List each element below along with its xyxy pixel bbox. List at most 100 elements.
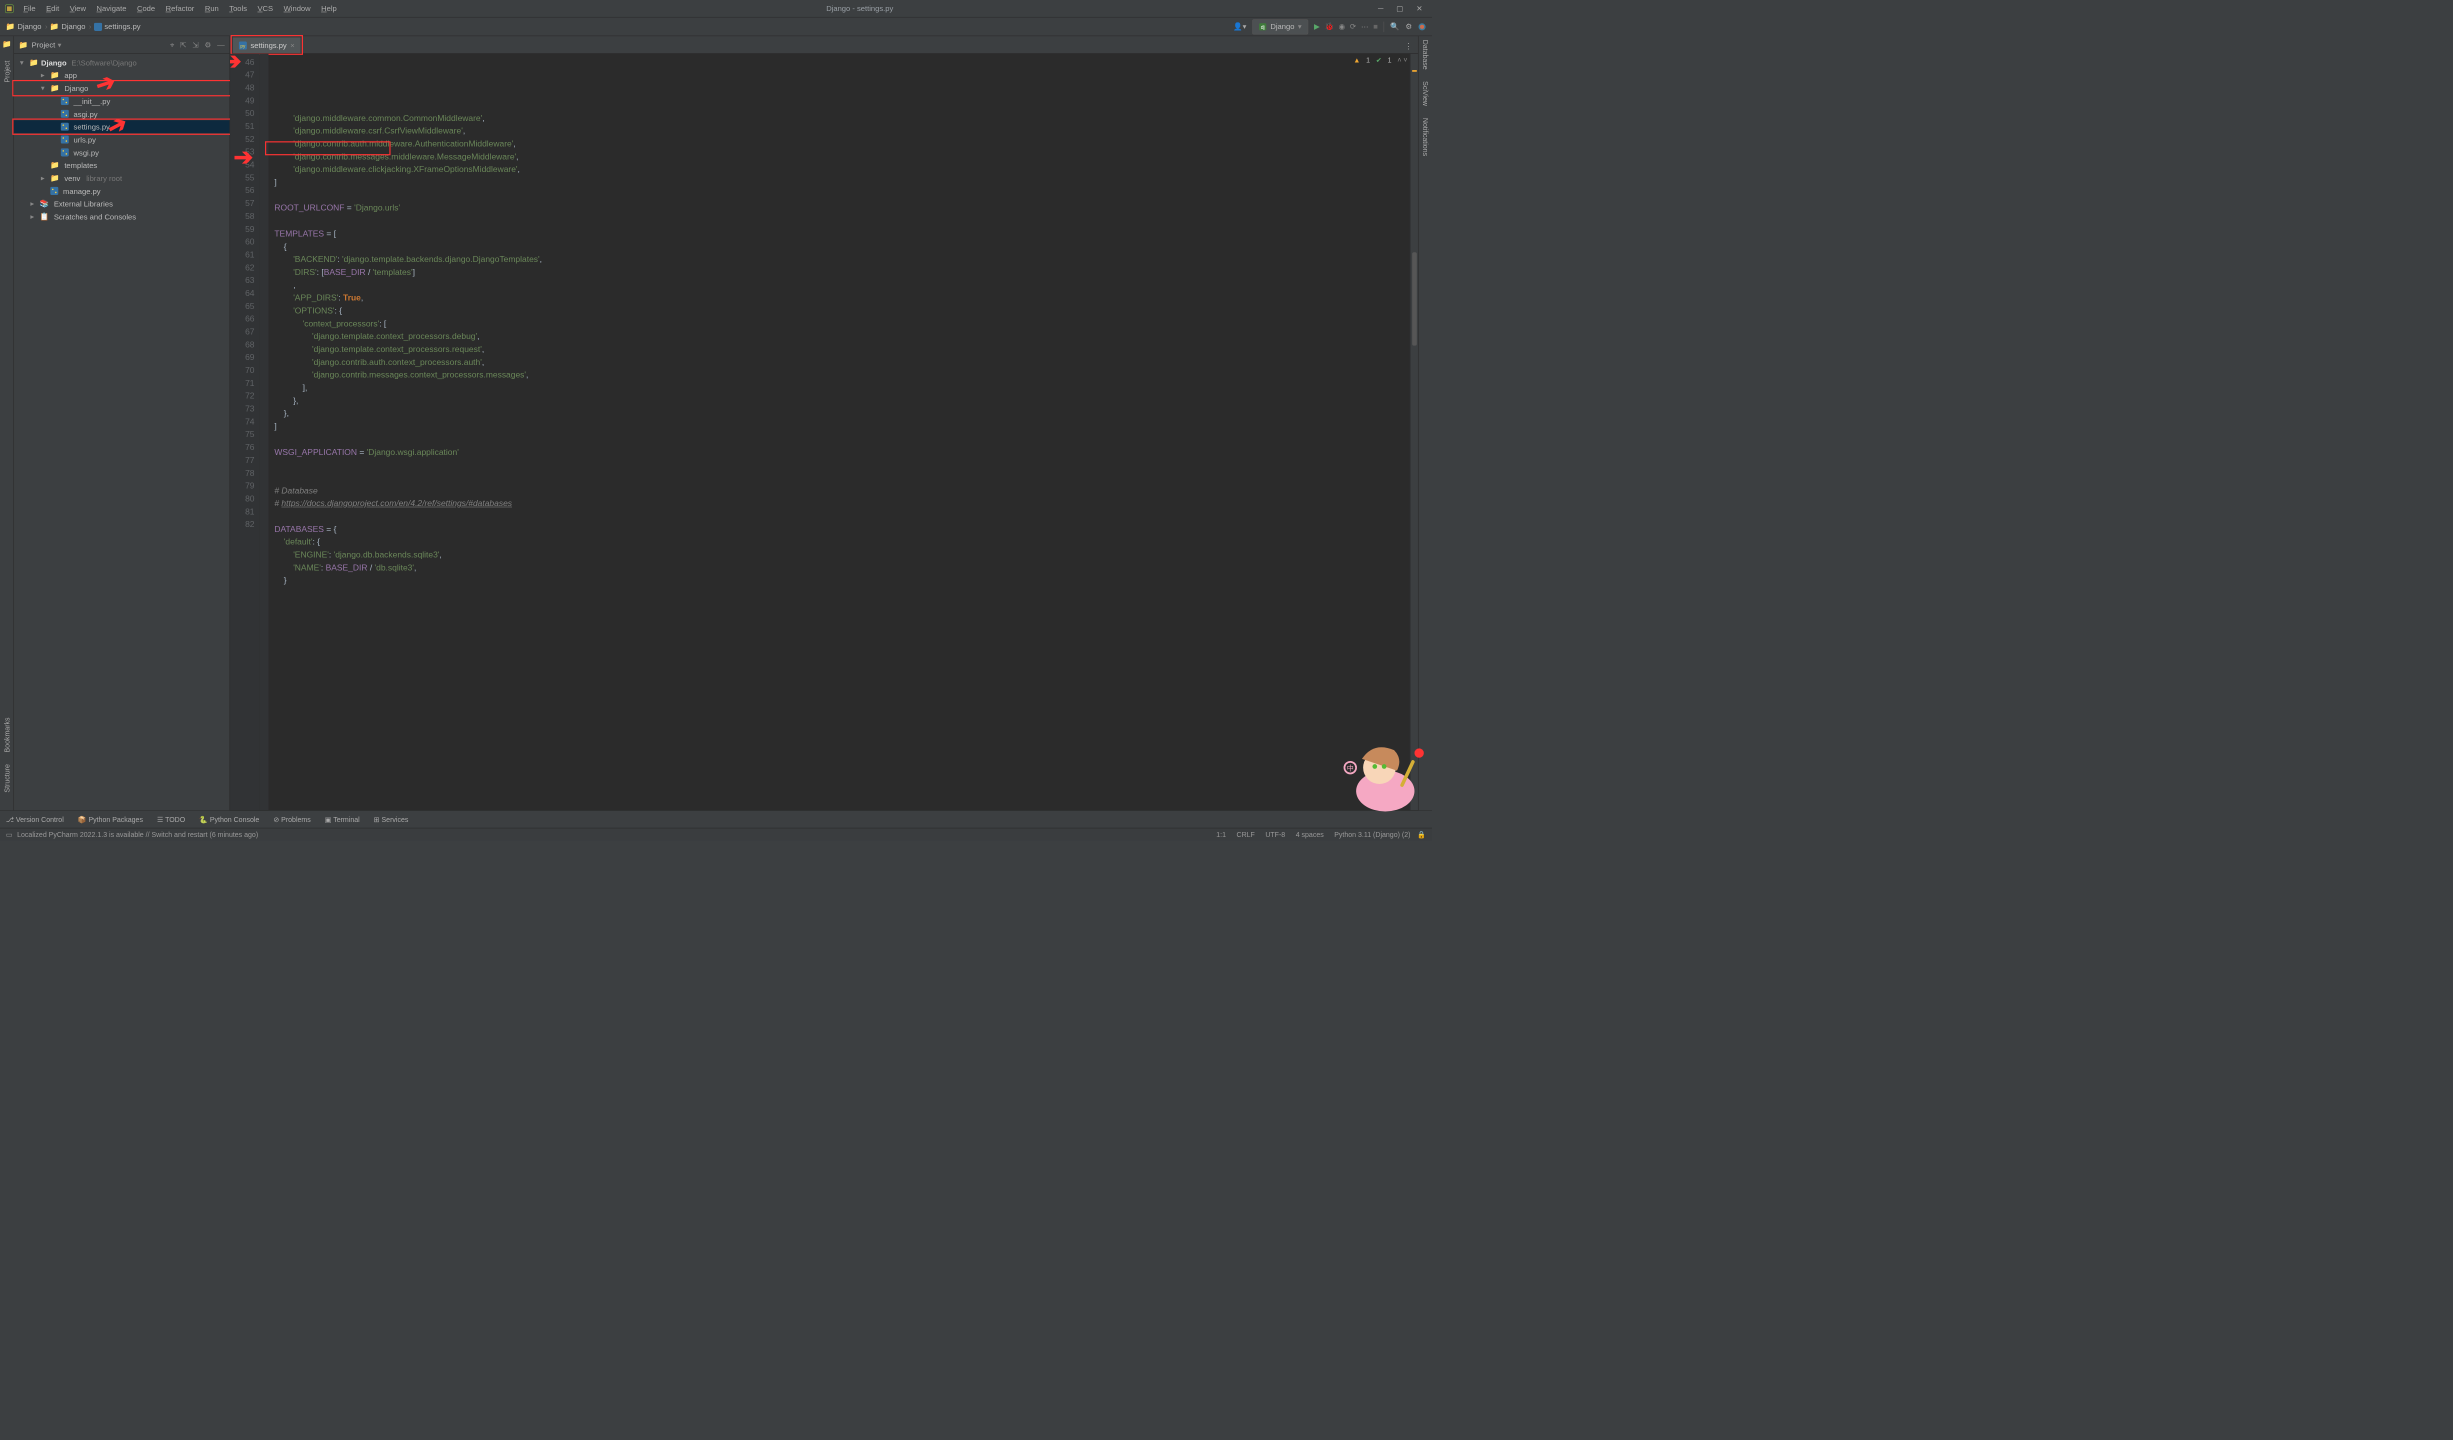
code-content[interactable]: ➔ ➔ ▲1 ✔1 ˄ ˅ 'django.middleware.common.… (269, 54, 1410, 811)
tree-item-templates[interactable]: 📁templates (14, 159, 229, 172)
code-line[interactable]: , (274, 279, 1409, 292)
status-0[interactable]: 1:1 (1216, 830, 1226, 838)
breadcrumb-2[interactable]: › settings.py (89, 22, 141, 31)
expand-all-icon[interactable]: ⇱ (180, 40, 186, 49)
tree-item-external-libraries[interactable]: ▸📚External Libraries (14, 197, 229, 210)
tree-item-manage-py[interactable]: manage.py (14, 184, 229, 197)
event-log-icon[interactable]: ▭ (6, 830, 13, 838)
menu-help[interactable]: Help (316, 2, 341, 15)
settings-icon[interactable]: ⚙ (1405, 22, 1412, 31)
close-icon[interactable]: × (290, 41, 294, 50)
status-2[interactable]: UTF-8 (1265, 830, 1285, 838)
menu-window[interactable]: Window (279, 2, 315, 15)
status-3[interactable]: 4 spaces (1296, 830, 1324, 838)
code-line[interactable]: }, (274, 395, 1409, 408)
right-tool-notifications[interactable]: Notifications (1421, 118, 1429, 156)
settings-gear-icon[interactable]: ⚙ (205, 40, 212, 49)
code-line[interactable]: # Database (274, 485, 1409, 498)
code-line[interactable]: ROOT_URLCONF = 'Django.urls' (274, 202, 1409, 215)
code-line[interactable]: ] (274, 176, 1409, 189)
code-line[interactable]: 'NAME': BASE_DIR / 'db.sqlite3', (274, 562, 1409, 575)
menu-vcs[interactable]: VCS (253, 2, 278, 15)
code-line[interactable]: 'APP_DIRS': True, (274, 292, 1409, 305)
tree-item-wsgi-py[interactable]: wsgi.py (14, 146, 229, 159)
run-button[interactable]: ▶ (1314, 22, 1320, 31)
tool-python-packages[interactable]: 📦 Python Packages (78, 815, 143, 823)
tree-item-asgi-py[interactable]: asgi.py (14, 107, 229, 120)
tab-settings-py[interactable]: py settings.py × (232, 37, 301, 53)
coverage-button[interactable]: ◉ (1339, 22, 1346, 31)
menu-run[interactable]: Run (200, 2, 223, 15)
code-line[interactable]: 'ENGINE': 'django.db.backends.sqlite3', (274, 549, 1409, 562)
code-line[interactable]: ] (274, 420, 1409, 433)
tabs-more[interactable]: ⋮ (1399, 39, 1418, 53)
profile-button[interactable]: ⟳ (1350, 22, 1356, 31)
menu-tools[interactable]: Tools (225, 2, 252, 15)
tree-item-settings-py[interactable]: settings.py (14, 120, 229, 133)
stop-button[interactable]: ■ (1373, 22, 1378, 31)
editor-scrollbar[interactable] (1410, 54, 1418, 811)
tool-todo[interactable]: ☰ TODO (157, 815, 185, 823)
code-line[interactable]: ], (274, 382, 1409, 395)
tree-root[interactable]: ▾ 📁 Django E:\Software\Django (14, 56, 229, 69)
breadcrumb-1[interactable]: › 📁 Django (45, 22, 85, 31)
code-line[interactable]: 'BACKEND': 'django.template.backends.dja… (274, 253, 1409, 266)
code-line[interactable] (274, 215, 1409, 228)
tree-item-__init__-py[interactable]: __init__.py (14, 95, 229, 108)
code-line[interactable]: DATABASES = { (274, 523, 1409, 536)
avatar-icon[interactable] (1418, 22, 1426, 31)
right-tool-sciview[interactable]: SciView (1421, 81, 1429, 106)
code-line[interactable]: } (274, 574, 1409, 587)
code-line[interactable]: 'django.contrib.messages.context_process… (274, 369, 1409, 382)
maximize-button[interactable]: ▢ (1396, 4, 1403, 13)
code-line[interactable]: 'DIRS': [BASE_DIR / 'templates'] (274, 266, 1409, 279)
code-line[interactable]: { (274, 241, 1409, 254)
menu-navigate[interactable]: Navigate (92, 2, 131, 15)
tool-version-control[interactable]: ⎇ Version Control (6, 815, 64, 823)
debug-button[interactable]: 🐞 (1325, 22, 1334, 31)
code-line[interactable]: 'django.contrib.messages.middleware.Mess… (274, 151, 1409, 164)
locate-icon[interactable]: ⌖ (170, 40, 174, 49)
menu-edit[interactable]: Edit (41, 2, 63, 15)
hide-icon[interactable]: — (217, 40, 225, 49)
search-icon[interactable]: 🔍 (1390, 22, 1399, 31)
left-tool-bookmarks[interactable]: Bookmarks (3, 718, 11, 753)
run-config-selector[interactable]: dj Django ▾ (1252, 19, 1308, 34)
code-line[interactable]: 'django.middleware.clickjacking.XFrameOp… (274, 163, 1409, 176)
tool-terminal[interactable]: ▣ Terminal (325, 815, 360, 823)
tool-python-console[interactable]: 🐍 Python Console (199, 815, 259, 823)
code-line[interactable] (274, 189, 1409, 202)
code-line[interactable]: 'django.contrib.auth.context_processors.… (274, 356, 1409, 369)
minimize-button[interactable]: ─ (1378, 4, 1383, 13)
tree-item-venv[interactable]: ▸📁venvlibrary root (14, 172, 229, 185)
code-line[interactable]: WSGI_APPLICATION = 'Django.wsgi.applicat… (274, 446, 1409, 459)
code-line[interactable]: 'django.middleware.csrf.CsrfViewMiddlewa… (274, 125, 1409, 138)
code-line[interactable] (274, 472, 1409, 485)
code-line[interactable]: 'django.template.context_processors.requ… (274, 343, 1409, 356)
menu-code[interactable]: Code (132, 2, 159, 15)
status-4[interactable]: Python 3.11 (Django) (2) (1334, 830, 1410, 838)
right-tool-database[interactable]: Database (1421, 40, 1429, 70)
breadcrumb-0[interactable]: 📁 Django (6, 22, 42, 31)
inspection-status[interactable]: ▲1 ✔1 ˄ ˅ (1353, 56, 1407, 64)
status-1[interactable]: CRLF (1237, 830, 1255, 838)
tree-item-urls-py[interactable]: urls.py (14, 133, 229, 146)
menu-view[interactable]: View (65, 2, 91, 15)
code-line[interactable] (274, 510, 1409, 523)
code-line[interactable] (274, 459, 1409, 472)
lock-icon[interactable]: 🔒 (1417, 830, 1426, 838)
code-line[interactable]: 'django.middleware.common.CommonMiddlewa… (274, 112, 1409, 125)
code-line[interactable]: 'django.contrib.auth.middleware.Authenti… (274, 138, 1409, 151)
code-line[interactable]: TEMPLATES = [ (274, 228, 1409, 241)
tree-item-app[interactable]: ▸📁app (14, 69, 229, 82)
code-line[interactable] (274, 433, 1409, 446)
menu-file[interactable]: File (19, 2, 41, 15)
user-icon[interactable]: 👤▾ (1233, 22, 1246, 31)
tree-item-scratches-and-consoles[interactable]: ▸📋Scratches and Consoles (14, 210, 229, 223)
code-line[interactable]: 'django.template.context_processors.debu… (274, 330, 1409, 343)
menu-refactor[interactable]: Refactor (161, 2, 199, 15)
left-tool-project[interactable]: Project (3, 61, 11, 83)
tool-problems[interactable]: ⊘ Problems (273, 815, 310, 823)
code-line[interactable]: }, (274, 407, 1409, 420)
tool-services[interactable]: ⊞ Services (374, 815, 409, 823)
